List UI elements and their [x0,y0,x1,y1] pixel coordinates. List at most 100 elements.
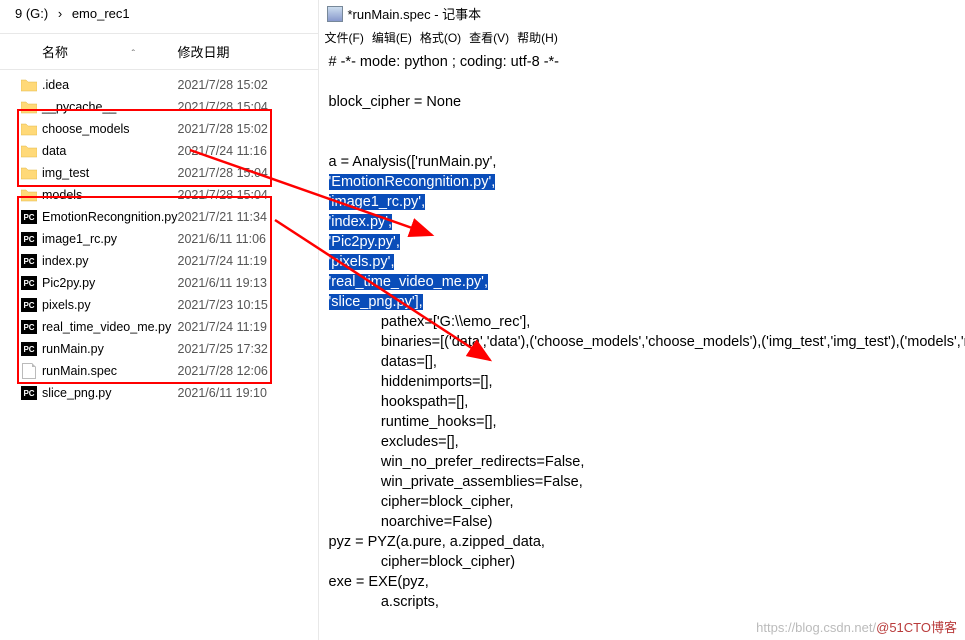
folder-icon [20,120,38,138]
editor-line: 'EmotionRecongnition.py', [329,172,965,192]
file-date: 2021/7/28 12:06 [178,364,318,378]
column-header-date[interactable]: 修改日期 [178,42,318,61]
file-name: index.py [42,254,178,268]
file-row[interactable]: PCslice_png.py2021/6/11 19:10 [0,382,318,404]
file-row[interactable]: models2021/7/28 15:04 [0,184,318,206]
pycharm-file-icon: PC [20,252,38,270]
editor-line: a.scripts, [329,592,965,612]
pycharm-file-icon: PC [20,318,38,336]
file-date: 2021/7/28 15:04 [178,166,318,180]
file-list: .idea2021/7/28 15:02__pycache__2021/7/28… [0,70,318,404]
watermark: https://blog.csdn.net/@51CTO博客 [756,617,957,636]
pycharm-file-icon: PC [20,384,38,402]
pycharm-file-icon: PC [20,230,38,248]
editor-line: a = Analysis(['runMain.py', [329,152,965,172]
pycharm-file-icon: PC [20,208,38,226]
folder-icon [20,98,38,116]
breadcrumb[interactable]: 9 (G:) › emo_rec1 [0,0,318,27]
editor-line: cipher=block_cipher) [329,552,965,572]
menu-item[interactable]: 文件(F) [325,31,364,45]
file-name: __pycache__ [42,100,178,114]
notepad-menubar: 文件(F) 编辑(E) 格式(O) 查看(V) 帮助(H) [319,27,965,48]
file-icon [20,362,38,380]
folder-icon [20,76,38,94]
notepad-icon [327,6,343,22]
editor-line: win_private_assemblies=False, [329,472,965,492]
file-row[interactable]: PC index.py2021/7/24 11:19 [0,250,318,272]
file-name: runMain.spec [42,364,178,378]
editor-line: binaries=[('data','data'),('choose_model… [329,332,965,352]
menu-item[interactable]: 编辑(E) [372,31,412,45]
menu-item[interactable]: 格式(O) [420,31,461,45]
file-date: 2021/6/11 11:06 [178,232,318,246]
editor-line [329,72,965,92]
notepad-titlebar: *runMain.spec - 记事本 [319,0,965,27]
file-date: 2021/7/25 17:32 [178,342,318,356]
editor-line: 'image1_rc.py', [329,192,965,212]
folder-icon [20,186,38,204]
file-date: 2021/7/28 15:02 [178,78,318,92]
editor-line: 'index.py', [329,212,965,232]
file-row[interactable]: data2021/7/24 11:16 [0,140,318,162]
sort-caret-icon: ˆ [132,49,135,60]
file-date: 2021/7/24 11:16 [178,144,318,158]
file-row[interactable]: choose_models2021/7/28 15:02 [0,118,318,140]
editor-line: 'slice_png.py'], [329,292,965,312]
editor-line: cipher=block_cipher, [329,492,965,512]
file-row[interactable]: .idea2021/7/28 15:02 [0,74,318,96]
folder-icon [20,142,38,160]
file-name: choose_models [42,122,178,136]
editor-line: pathex=['G:\\emo_rec'], [329,312,965,332]
file-name: image1_rc.py [42,232,178,246]
file-row[interactable]: PCpixels.py2021/7/23 10:15 [0,294,318,316]
editor-line [329,132,965,152]
file-name: slice_png.py [42,386,178,400]
breadcrumb-drive[interactable]: 9 (G:) [15,6,48,21]
folder-icon [20,164,38,182]
file-explorer-pane: 9 (G:) › emo_rec1 名称 ˆ 修改日期 .idea2021/7/… [0,0,319,640]
menu-item[interactable]: 查看(V) [469,31,509,45]
editor-line: hookspath=[], [329,392,965,412]
pycharm-file-icon: PC [20,340,38,358]
file-row[interactable]: PC runMain.py2021/7/25 17:32 [0,338,318,360]
editor-line: win_no_prefer_redirects=False, [329,452,965,472]
column-header-name[interactable]: 名称 ˆ [0,42,178,61]
file-date: 2021/7/28 15:04 [178,100,318,114]
editor-line: 'real_time_video_me.py', [329,272,965,292]
editor-line [329,112,965,132]
editor-line: 'Pic2py.py', [329,232,965,252]
file-name: runMain.py [42,342,178,356]
notepad-editor[interactable]: # -*- mode: python ; coding: utf-8 -*- b… [319,48,965,616]
file-date: 2021/7/28 15:04 [178,188,318,202]
file-name: models [42,188,178,202]
file-name: EmotionRecongnition.py [42,210,178,224]
pycharm-file-icon: PC [20,274,38,292]
file-row[interactable]: PC image1_rc.py2021/6/11 11:06 [0,228,318,250]
editor-line: exe = EXE(pyz, [329,572,965,592]
editor-line: hiddenimports=[], [329,372,965,392]
file-row[interactable]: PC real_time_video_me.py2021/7/24 11:19 [0,316,318,338]
file-row[interactable]: PC Pic2py.py2021/6/11 19:13 [0,272,318,294]
editor-line: 'pixels.py', [329,252,965,272]
breadcrumb-folder[interactable]: emo_rec1 [72,6,130,21]
file-date: 2021/7/23 10:15 [178,298,318,312]
file-row[interactable]: img_test2021/7/28 15:04 [0,162,318,184]
file-name: Pic2py.py [42,276,178,290]
notepad-title: *runMain.spec - 记事本 [348,4,482,23]
file-row[interactable]: __pycache__2021/7/28 15:04 [0,96,318,118]
file-row[interactable]: runMain.spec2021/7/28 12:06 [0,360,318,382]
file-date: 2021/6/11 19:13 [178,276,318,290]
menu-item[interactable]: 帮助(H) [517,31,558,45]
file-date: 2021/7/24 11:19 [178,320,318,334]
editor-line: pyz = PYZ(a.pure, a.zipped_data, [329,532,965,552]
file-name: real_time_video_me.py [42,320,178,334]
file-row[interactable]: PCEmotionRecongnition.py2021/7/21 11:34 [0,206,318,228]
file-name: data [42,144,178,158]
file-date: 2021/7/24 11:19 [178,254,318,268]
editor-line: excludes=[], [329,432,965,452]
file-list-header: 名称 ˆ 修改日期 [0,33,318,70]
editor-line: noarchive=False) [329,512,965,532]
notepad-pane: *runMain.spec - 记事本 文件(F) 编辑(E) 格式(O) 查看(V)… [319,0,965,640]
breadcrumb-sep: › [58,6,62,21]
file-date: 2021/7/28 15:02 [178,122,318,136]
